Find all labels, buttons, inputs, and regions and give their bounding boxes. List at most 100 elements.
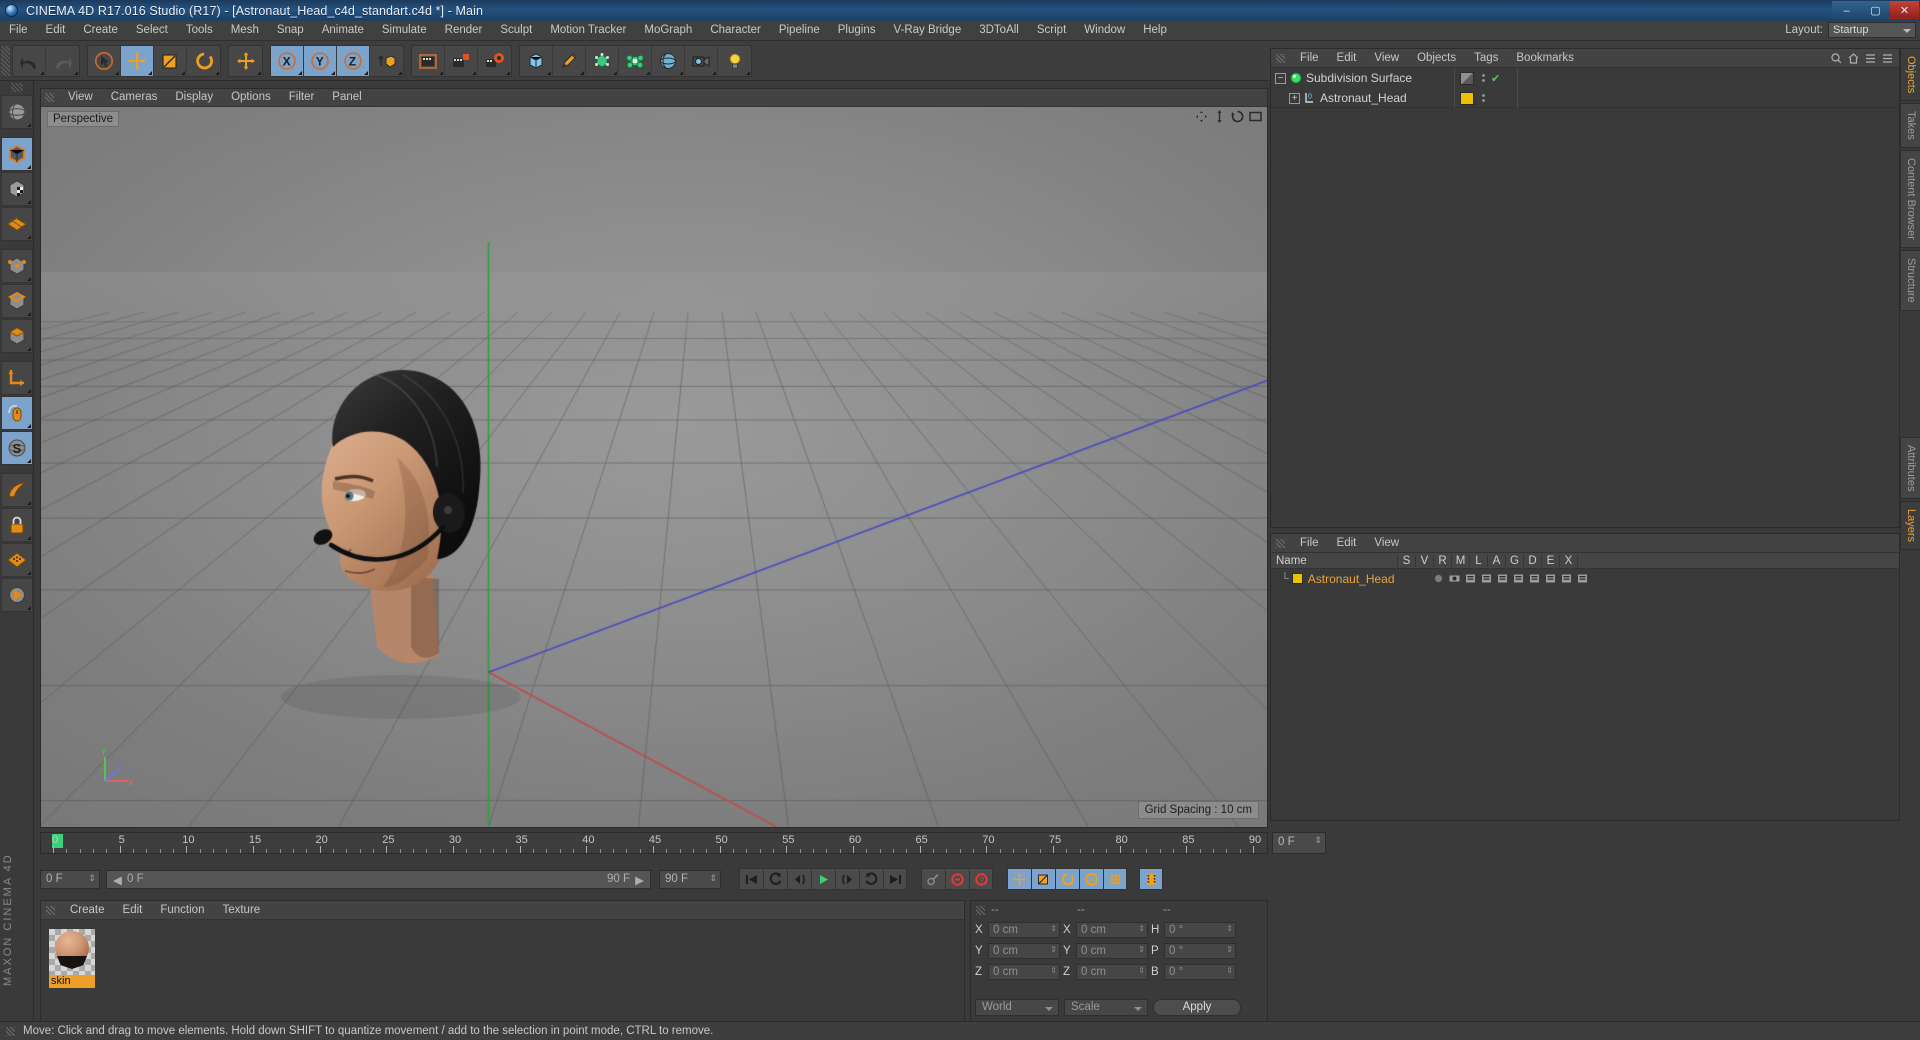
add-light-button[interactable]	[718, 46, 751, 76]
coord-position-x-field[interactable]: 0 cm	[988, 921, 1060, 938]
viewport-menu-display[interactable]: Display	[166, 89, 222, 106]
search-icon[interactable]	[1831, 52, 1842, 64]
object-manager-menu-bookmarks[interactable]: Bookmarks	[1507, 49, 1583, 67]
scale-tool-button[interactable]	[154, 45, 187, 76]
menu-create[interactable]: Create	[74, 21, 127, 40]
left-palette-grip[interactable]	[10, 83, 23, 92]
menu-3dtoall[interactable]: 3DToAll	[970, 21, 1028, 40]
expand-icon[interactable]	[1882, 53, 1893, 64]
dock-tab-layers[interactable]: Layers	[1900, 501, 1920, 551]
menu-render[interactable]: Render	[436, 21, 492, 40]
viewport-3d-canvas[interactable]: Perspective Y Z X Grid Spacing: 10 cm	[41, 107, 1267, 827]
layer-manager-menu-edit[interactable]: Edit	[1328, 534, 1366, 552]
viewport-zoom-icon[interactable]	[1213, 110, 1226, 123]
record-points-button[interactable]	[1103, 868, 1127, 890]
object-manager-menu-view[interactable]: View	[1365, 49, 1408, 67]
menu-sculpt[interactable]: Sculpt	[491, 21, 541, 40]
go-to-start-button[interactable]	[739, 868, 763, 890]
object-visibility-dots[interactable]	[1482, 74, 1485, 82]
frame-field[interactable]: 0 F	[40, 869, 100, 889]
viewport-menu-grip[interactable]	[45, 93, 54, 102]
points-mode-tool[interactable]	[0, 249, 33, 283]
material-tag[interactable]	[1460, 91, 1474, 105]
layer-column-m[interactable]: M	[1452, 554, 1470, 567]
minimize-button[interactable]: –	[1832, 1, 1861, 20]
viewport-menu-panel[interactable]: Panel	[323, 89, 370, 106]
record-active-objects-button[interactable]	[945, 868, 969, 890]
material-manager-menu-texture[interactable]: Texture	[213, 901, 269, 919]
object-row[interactable]: +0 Astronaut_Head	[1271, 88, 1899, 108]
previous-keyframe-button[interactable]	[763, 868, 787, 890]
coordinate-system-dropdown[interactable]: World	[975, 999, 1059, 1016]
menu-animate[interactable]: Animate	[313, 21, 373, 40]
menu-edit[interactable]: Edit	[37, 21, 75, 40]
layout-dropdown[interactable]: Startup	[1828, 22, 1916, 38]
object-manager-menu-edit[interactable]: Edit	[1328, 49, 1366, 67]
menu-v-ray-bridge[interactable]: V-Ray Bridge	[884, 21, 970, 40]
status-bar-grip[interactable]	[6, 1026, 15, 1036]
expression-icon[interactable]	[1561, 573, 1572, 584]
apply-button[interactable]: Apply	[1153, 999, 1241, 1016]
lock-x-axis-button[interactable]: X	[271, 45, 304, 76]
layer-column-v[interactable]: V	[1416, 554, 1434, 567]
select-tool-button[interactable]	[88, 45, 121, 76]
timeline-button[interactable]	[1139, 868, 1163, 890]
polygons-mode-tool[interactable]	[0, 319, 33, 353]
menu-simulate[interactable]: Simulate	[373, 21, 436, 40]
menu-mesh[interactable]: Mesh	[222, 21, 268, 40]
object-manager-menu-tags[interactable]: Tags	[1465, 49, 1507, 67]
material-manager-menu-function[interactable]: Function	[151, 901, 213, 919]
display-tag[interactable]	[1460, 71, 1474, 85]
menu-window[interactable]: Window	[1075, 21, 1134, 40]
enable-snap-tool[interactable]	[0, 396, 33, 430]
object-expander[interactable]: −	[1275, 72, 1286, 84]
record-position-button[interactable]	[1007, 868, 1031, 890]
menu-character[interactable]: Character	[701, 21, 770, 40]
object-enabled-check[interactable]: ✔	[1491, 72, 1500, 85]
viewport-rotate-icon[interactable]	[1231, 110, 1244, 123]
world-move-button[interactable]	[229, 46, 262, 76]
layer-manager-row[interactable]: └ Astronaut_Head	[1271, 570, 1899, 587]
animate-tool[interactable]	[0, 578, 33, 612]
layer-tool[interactable]	[0, 543, 33, 577]
object-visibility-dots[interactable]	[1482, 94, 1485, 102]
coord-rotation-b-field[interactable]: 0 °	[1164, 963, 1236, 980]
undo-button[interactable]	[13, 45, 46, 76]
solo-dot-icon[interactable]	[1433, 573, 1444, 584]
range-right-arrow[interactable]: ▶	[635, 873, 644, 887]
axis-mode-tool[interactable]	[0, 361, 33, 395]
close-button[interactable]: ✕	[1890, 1, 1919, 20]
add-camera-button[interactable]	[685, 45, 718, 76]
coord-position-y-field[interactable]: 0 cm	[988, 942, 1060, 959]
redo-button[interactable]	[46, 46, 79, 76]
deformer-icon[interactable]	[1545, 573, 1556, 584]
object-manager-grip[interactable]	[1276, 53, 1285, 63]
visibility-dot[interactable]	[1482, 79, 1485, 82]
step-back-button[interactable]	[787, 868, 811, 890]
preview-end-field[interactable]: 90 F	[659, 869, 721, 889]
layer-manager-menu-view[interactable]: View	[1365, 534, 1408, 552]
coordinates-grip[interactable]	[976, 905, 985, 915]
manager-tree-icon[interactable]	[1481, 573, 1492, 584]
coord-rotation-h-field[interactable]: 0 °	[1164, 921, 1236, 938]
lock-z-axis-button[interactable]: Z	[337, 45, 370, 76]
lock-open-icon[interactable]	[1497, 573, 1508, 584]
coord-size-z-field[interactable]: 0 cm	[1076, 963, 1148, 980]
move-tool-button[interactable]	[121, 45, 154, 76]
layer-column-e[interactable]: E	[1542, 554, 1560, 567]
menu-tools[interactable]: Tools	[177, 21, 222, 40]
layer-column-l[interactable]: L	[1470, 554, 1488, 567]
object-expander[interactable]: +	[1289, 92, 1300, 104]
material-swatch-skin[interactable]: skin	[49, 929, 95, 989]
live-selection-tool[interactable]	[0, 95, 33, 129]
menu-motion-tracker[interactable]: Motion Tracker	[541, 21, 635, 40]
dock-tab-objects[interactable]: Objects	[1900, 48, 1920, 102]
visible-eye-icon[interactable]	[1449, 573, 1460, 584]
layer-column-name[interactable]: Name	[1271, 554, 1398, 567]
menu-mograph[interactable]: MoGraph	[635, 21, 701, 40]
edges-mode-tool[interactable]	[0, 284, 33, 318]
dock-tab-structure[interactable]: Structure	[1900, 249, 1920, 311]
coord-position-z-field[interactable]: 0 cm	[988, 963, 1060, 980]
model-mode-tool[interactable]	[0, 137, 33, 171]
add-cube-button[interactable]	[520, 45, 553, 76]
